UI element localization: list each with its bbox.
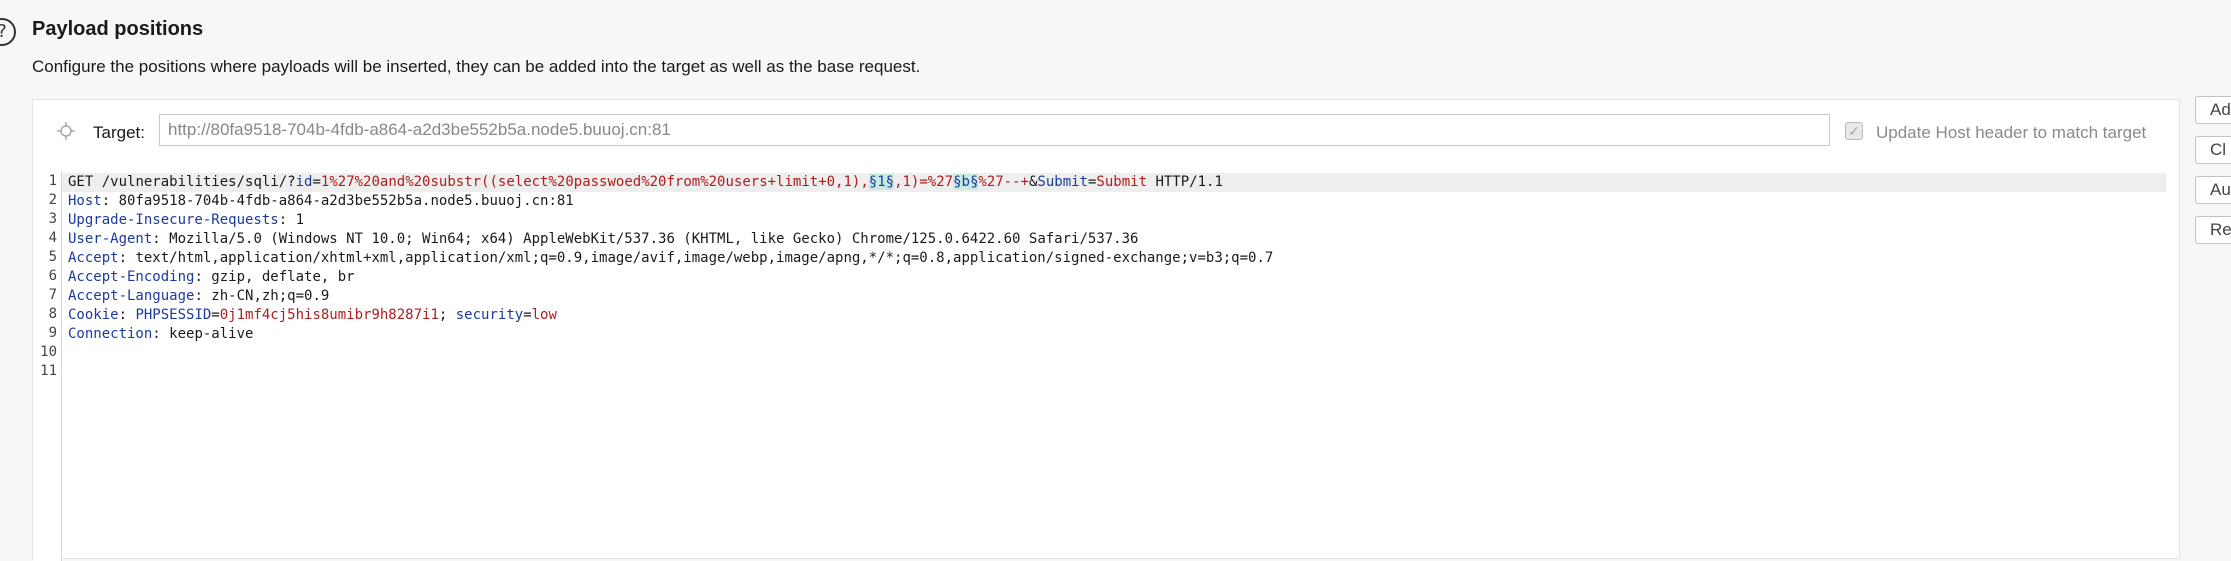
param-value-id-mid: ,1)=%27: [894, 174, 954, 190]
clear-markers-button[interactable]: Cl: [2195, 136, 2231, 164]
payload-positions-panel: Target: ✓ Update Host header to match ta…: [32, 99, 2180, 561]
header-host: Host: 80fa9518-704b-4fdb-a864-a2d3be552b…: [68, 193, 574, 209]
line-number: 8: [48, 306, 57, 322]
param-value-id-end: %27--+: [978, 174, 1029, 190]
line-number: 5: [48, 249, 57, 265]
target-row: Target: ✓ Update Host header to match ta…: [33, 114, 2179, 150]
header-value: keep-alive: [169, 326, 254, 342]
header-upgrade-insecure: Upgrade-Insecure-Requests: 1: [68, 212, 305, 228]
section-title: Payload positions: [32, 18, 204, 40]
line-number: 2: [48, 192, 57, 208]
cookie-name: security: [455, 307, 524, 323]
header-value: 1: [295, 212, 305, 228]
header-value: 80fa9518-704b-4fdb-a864-a2d3be552b5a.nod…: [118, 193, 574, 209]
header-accept-language: Accept-Language: zh-CN,zh;q=0.9: [68, 288, 330, 304]
header-user-agent: User-Agent: Mozilla/5.0 (Windows NT 10.0…: [68, 231, 1139, 247]
line-number: 3: [48, 211, 57, 227]
equals-sign: =: [211, 307, 220, 323]
header-name: Connection: [68, 326, 153, 342]
header-name: Accept: [68, 250, 119, 266]
line-number: 9: [48, 325, 57, 341]
section-description: Configure the positions where payloads w…: [32, 57, 921, 76]
header-value: Mozilla/5.0 (Windows NT 10.0; Win64; x64…: [169, 231, 1139, 247]
add-marker-button[interactable]: Ad: [2195, 96, 2231, 124]
param-value-submit: Submit: [1096, 174, 1147, 190]
header-name: Host: [68, 193, 102, 209]
equals-sign: =: [523, 307, 532, 323]
cookie-separator: ;: [438, 307, 456, 323]
line-number: 6: [48, 268, 57, 284]
param-name-submit: Submit: [1037, 174, 1088, 190]
line-number: 1: [48, 173, 57, 189]
payload-marker-2[interactable]: §b§: [953, 174, 979, 190]
header-name: Cookie: [68, 307, 119, 323]
param-name-id: id: [295, 174, 313, 190]
header-name: User-Agent: [68, 231, 153, 247]
target-input[interactable]: [159, 114, 1830, 146]
header-cookie: Cookie: PHPSESSID=0j1mf4cj5his8umibr9h82…: [68, 307, 557, 323]
param-value-id: 1%27%20and%20substr((select%20passwoed%2…: [320, 174, 869, 190]
header-connection: Connection: keep-alive: [68, 326, 254, 342]
header-value: gzip, deflate, br: [211, 269, 355, 285]
line-number: 4: [48, 230, 57, 246]
header-accept-encoding: Accept-Encoding: gzip, deflate, br: [68, 269, 355, 285]
help-icon[interactable]: ?: [0, 18, 16, 46]
request-path: /vulnerabilities/sqli/?: [101, 174, 296, 190]
request-editor[interactable]: 1 2 3 4 5 6 7 8 9 10 11 GET /vulnerabili…: [33, 171, 2179, 561]
header-name: Upgrade-Insecure-Requests: [68, 212, 279, 228]
update-host-label: Update Host header to match target: [1876, 123, 2147, 142]
line-gutter: 1 2 3 4 5 6 7 8 9 10 11: [33, 171, 62, 561]
line-number: 10: [40, 344, 57, 360]
line-number: 11: [40, 363, 57, 379]
crosshair-icon[interactable]: [57, 122, 75, 140]
header-accept: Accept: text/html,application/xhtml+xml,…: [68, 250, 1274, 266]
auto-markers-button[interactable]: Au: [2195, 176, 2231, 204]
cookie-value: low: [531, 307, 557, 323]
refresh-button[interactable]: Re: [2195, 216, 2231, 244]
target-label: Target:: [93, 123, 145, 142]
cookie-name: PHPSESSID: [135, 307, 212, 323]
header-value: text/html,application/xhtml+xml,applicat…: [135, 250, 1274, 266]
http-version: HTTP/1.1: [1155, 174, 1223, 190]
equals-sign: =: [312, 174, 321, 190]
request-line: GET /vulnerabilities/sqli/?id=1%27%20and…: [68, 173, 1223, 191]
cookie-value: 0j1mf4cj5his8umibr9h8287i1: [219, 307, 439, 323]
header-name: Accept-Language: [68, 288, 195, 304]
http-method: GET: [68, 174, 94, 190]
header-name: Accept-Encoding: [68, 269, 195, 285]
header-value: zh-CN,zh;q=0.9: [211, 288, 330, 304]
line-number: 7: [48, 287, 57, 303]
payload-marker-1[interactable]: §1§: [868, 174, 895, 190]
update-host-checkbox[interactable]: ✓: [1845, 122, 1863, 140]
